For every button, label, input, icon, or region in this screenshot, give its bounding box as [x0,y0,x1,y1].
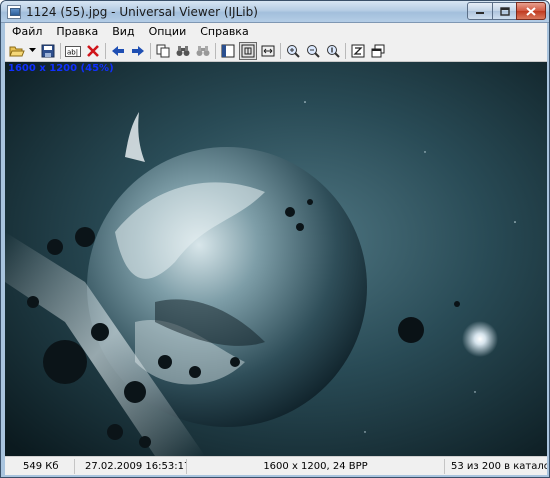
properties-icon [351,44,365,57]
app-icon[interactable] [7,5,21,19]
minimize-icon [476,12,484,14]
svg-text:ab|: ab| [67,48,78,56]
fit-width-icon [261,45,275,56]
arrow-right-icon [132,45,144,56]
previous-button[interactable] [109,42,127,60]
status-position: 53 из 200 в катало [451,460,547,472]
delete-button[interactable] [84,42,102,60]
status-dimensions: 1600 x 1200, 24 BPP [187,458,445,474]
save-icon [41,44,55,57]
menu-options[interactable]: Опции [142,23,194,40]
find-icon [176,45,190,56]
zoom-out-icon [307,44,320,58]
panel-icon [221,44,235,57]
zoom-out-button[interactable] [304,42,322,60]
fit-window-icon [241,44,255,57]
image-viewport[interactable]: 1600 x 1200 (45%) [5,62,547,456]
folder-open-icon [9,46,25,56]
minimize-button[interactable] [467,2,493,20]
toolbar-separator [280,42,281,59]
new-window-button[interactable] [369,42,387,60]
zoom-in-icon [287,44,300,58]
find-button[interactable] [174,42,192,60]
find-next-button[interactable] [194,42,212,60]
next-button[interactable] [129,42,147,60]
zoom-original-button[interactable] [324,42,342,60]
toolbar-separator [345,42,346,59]
toolbar-separator [105,42,106,59]
copy-button[interactable] [154,42,172,60]
status-date: 27.02.2009 16:53:17 [75,458,187,474]
menu-view[interactable]: Вид [105,23,141,40]
properties-button[interactable] [349,42,367,60]
toolbar-separator [215,42,216,59]
title-bar[interactable]: 1124 (55).jpg - Universal Viewer (IJLib) [1,1,549,23]
window-icon [371,44,385,57]
status-file-size: 549 Кб [5,458,75,474]
maximize-button[interactable] [492,2,517,20]
close-button[interactable] [516,2,546,20]
status-bar: 549 Кб 27.02.2009 16:53:17 1600 x 1200, … [5,456,547,475]
image-info-overlay: 1600 x 1200 (45%) [8,63,114,74]
menu-bar: Файл Правка Вид Опции Справка [5,23,547,40]
maximize-icon [499,6,510,16]
arrow-left-icon [112,45,124,56]
menu-edit[interactable]: Правка [49,23,105,40]
toolbar-separator [150,42,151,59]
toolbar: ab| [5,40,547,62]
menu-file[interactable]: Файл [5,23,49,40]
zoom-original-icon [327,44,340,58]
fit-width-button[interactable] [259,42,277,60]
space-planet-image [5,62,547,456]
panel-button[interactable] [219,42,237,60]
find-next-icon [196,45,210,56]
open-dropdown-button[interactable] [28,42,36,60]
rename-icon: ab| [65,45,81,57]
zoom-in-button[interactable] [284,42,302,60]
dropdown-arrow-icon [28,48,36,52]
open-button[interactable] [8,42,26,60]
close-icon [526,6,536,16]
delete-icon [87,44,99,57]
copy-icon [156,44,170,57]
rename-button[interactable]: ab| [64,42,82,60]
toolbar-separator [60,42,61,59]
window-title: 1124 (55).jpg - Universal Viewer (IJLib) [26,5,258,19]
fit-window-button[interactable] [239,41,257,60]
app-window: 1124 (55).jpg - Universal Viewer (IJLib)… [0,0,550,478]
save-button[interactable] [39,42,57,60]
menu-help[interactable]: Справка [193,23,255,40]
